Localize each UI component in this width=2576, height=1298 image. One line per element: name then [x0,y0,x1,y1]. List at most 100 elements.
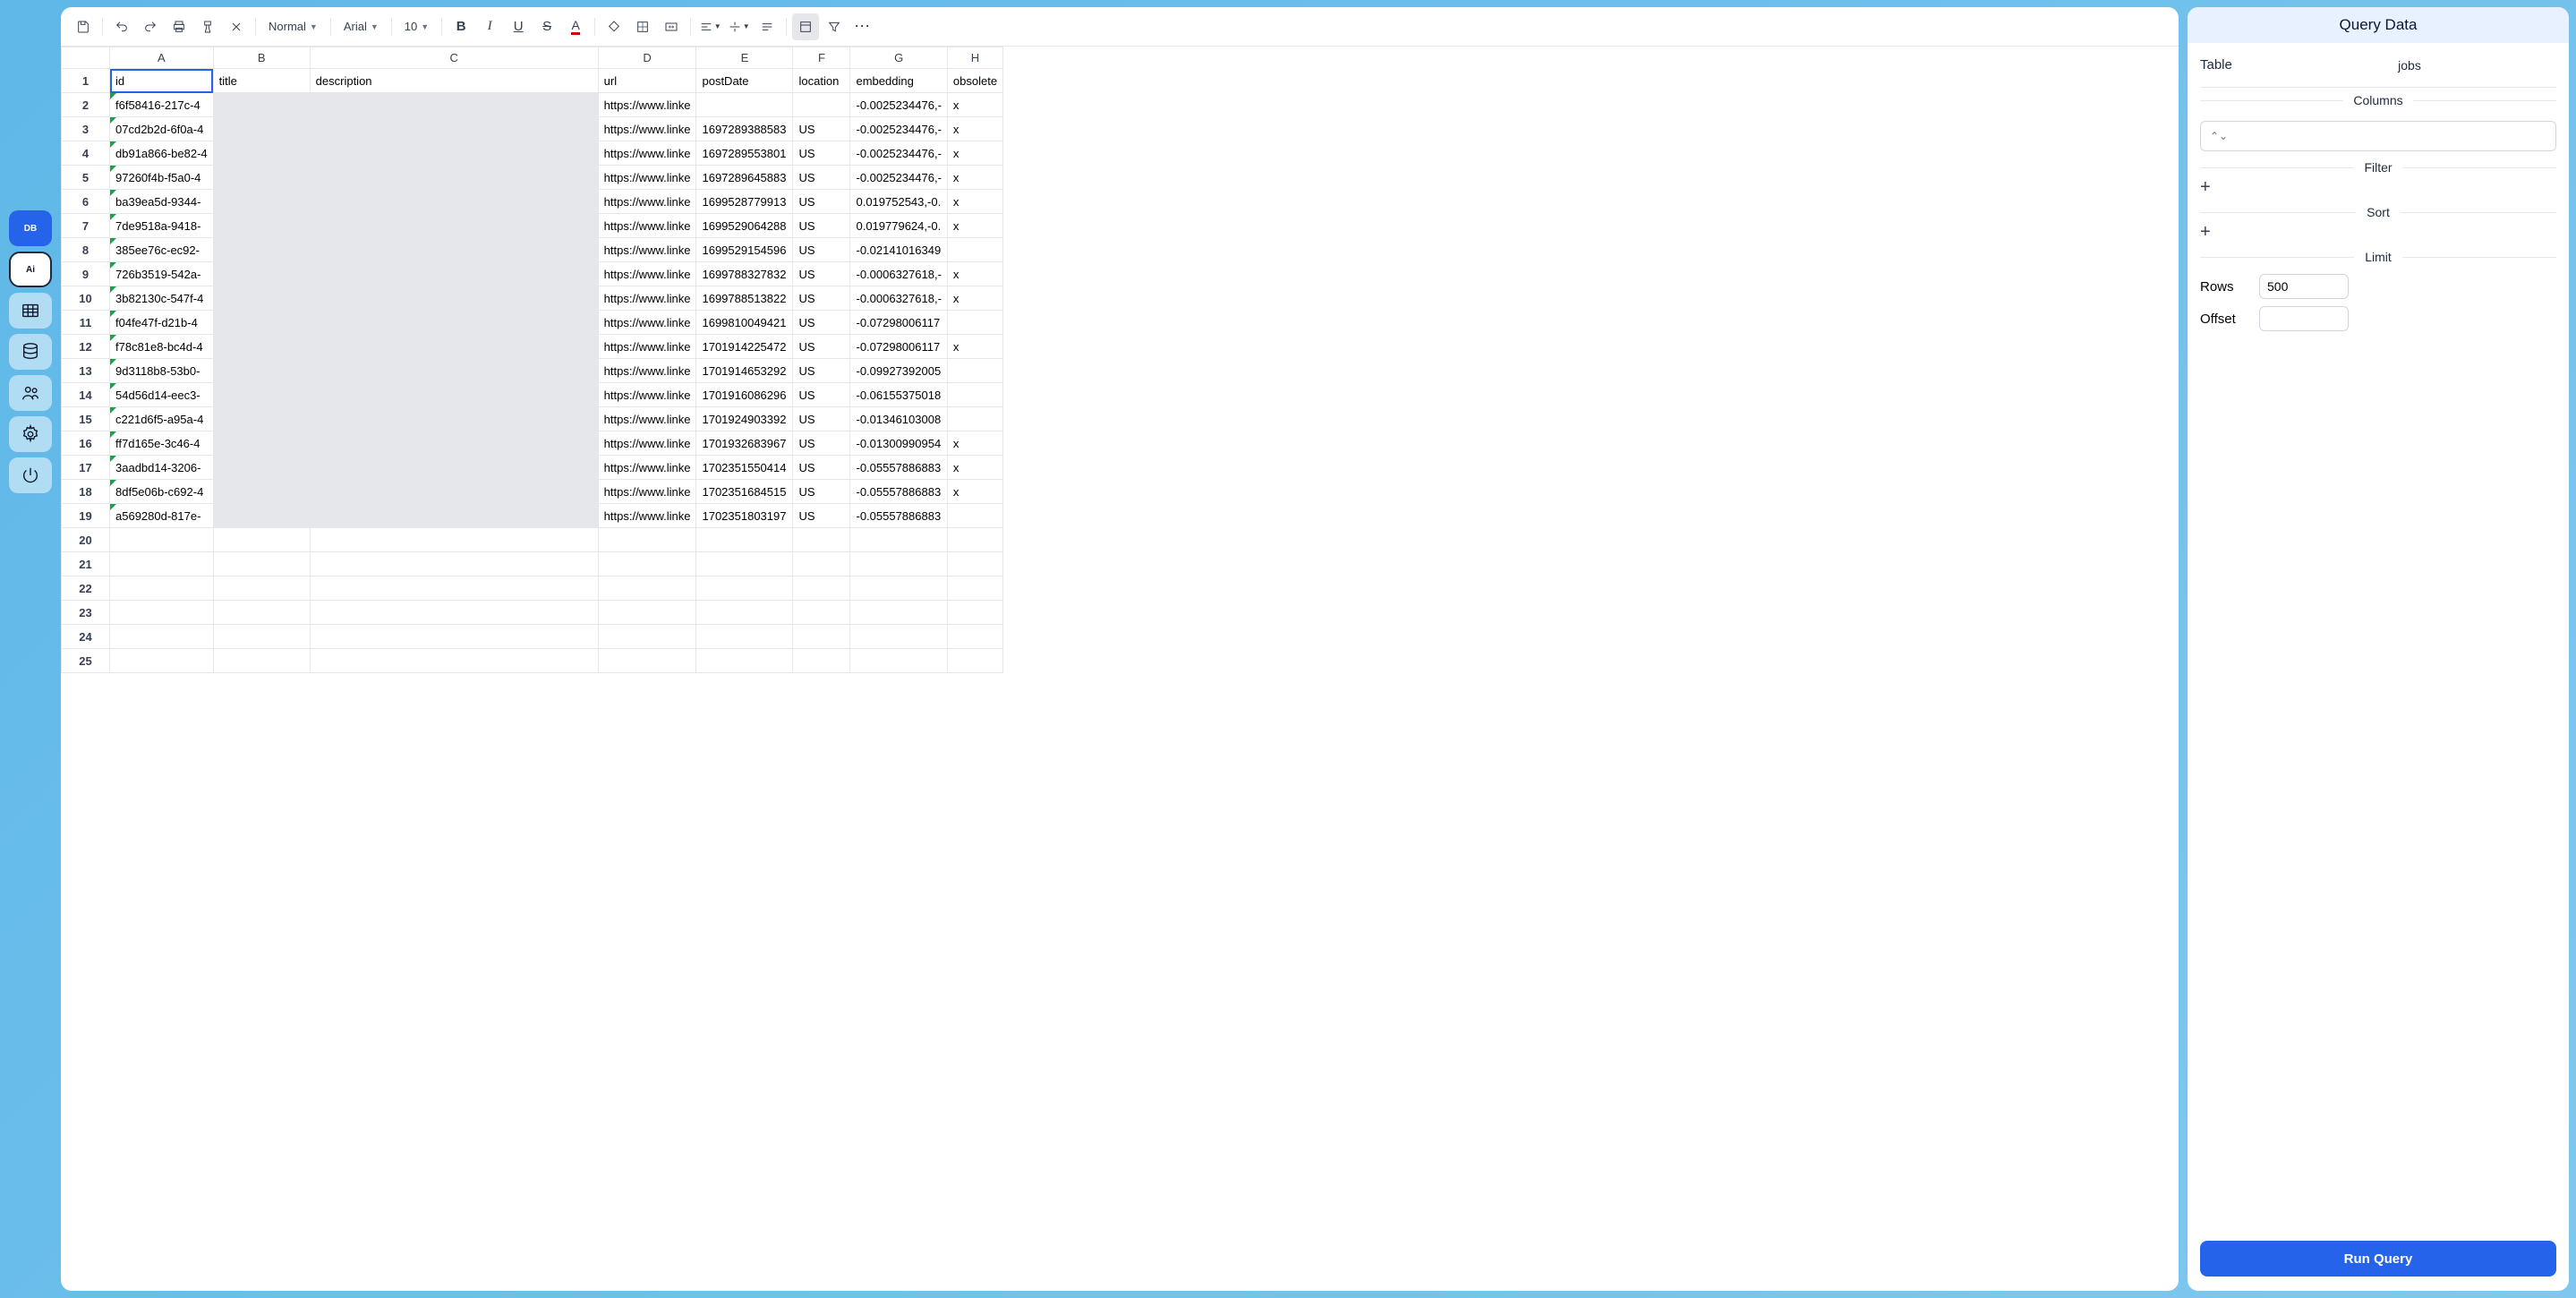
cell[interactable] [310,576,598,601]
offset-input[interactable] [2259,306,2349,331]
borders-button[interactable] [629,13,656,40]
row-header[interactable]: 5 [62,166,110,190]
add-sort-button[interactable]: + [2200,218,2556,252]
fill-color-button[interactable] [601,13,627,40]
cell[interactable] [110,576,214,601]
cell[interactable] [947,528,1002,552]
cell[interactable]: US [793,359,850,383]
cell[interactable]: 726b3519-542a- [110,262,214,286]
cell[interactable]: db91a866-be82-4 [110,141,214,166]
cell[interactable] [947,552,1002,576]
cell[interactable] [696,649,793,673]
cell[interactable]: ff7d165e-3c46-4 [110,431,214,456]
cell[interactable] [696,528,793,552]
cell[interactable]: f6f58416-217c-4 [110,93,214,117]
cell[interactable] [793,625,850,649]
cell[interactable] [850,552,947,576]
cell[interactable] [213,649,310,673]
cell[interactable]: obsolete [947,69,1002,93]
cell[interactable] [310,431,598,456]
cell[interactable]: -0.0025234476,- [850,117,947,141]
row-header[interactable]: 15 [62,407,110,431]
cell[interactable] [310,552,598,576]
wrap-button[interactable] [754,13,780,40]
paint-format-button[interactable] [194,13,221,40]
row-header[interactable]: 1 [62,69,110,93]
cell[interactable]: embedding [850,69,947,93]
cell[interactable]: -0.0025234476,- [850,166,947,190]
cell[interactable]: https://www.linke [598,311,696,335]
cell[interactable] [310,407,598,431]
row-header[interactable]: 17 [62,456,110,480]
cell[interactable] [110,625,214,649]
cell[interactable] [310,359,598,383]
cell[interactable] [850,601,947,625]
cell[interactable]: US [793,166,850,190]
cell[interactable]: 385ee76c-ec92- [110,238,214,262]
cell[interactable]: 1697289388583 [696,117,793,141]
cell[interactable] [310,601,598,625]
cell[interactable] [598,528,696,552]
cell[interactable]: -0.0025234476,- [850,93,947,117]
cell[interactable]: description [310,69,598,93]
cell[interactable]: 1701914225472 [696,335,793,359]
save-button[interactable] [70,13,97,40]
cell[interactable] [213,93,310,117]
cell[interactable]: 7de9518a-9418- [110,214,214,238]
cell[interactable]: 1699529154596 [696,238,793,262]
cell[interactable]: 1699788513822 [696,286,793,311]
rows-input[interactable] [2259,274,2349,299]
cell[interactable] [310,93,598,117]
cell[interactable]: x [947,480,1002,504]
cell[interactable] [598,649,696,673]
row-header[interactable]: 4 [62,141,110,166]
cell[interactable] [947,504,1002,528]
halign-button[interactable]: ▼ [696,13,723,40]
cell[interactable] [310,528,598,552]
cell[interactable] [947,407,1002,431]
text-color-button[interactable]: A [562,13,589,40]
cell[interactable] [310,286,598,311]
cell[interactable]: 54d56d14-eec3- [110,383,214,407]
cell[interactable] [947,383,1002,407]
cell[interactable]: US [793,504,850,528]
cell[interactable] [213,504,310,528]
column-header-F[interactable]: F [793,47,850,69]
cell[interactable]: f78c81e8-bc4d-4 [110,335,214,359]
cell[interactable]: -0.0006327618,- [850,286,947,311]
cell[interactable] [947,649,1002,673]
cell[interactable] [793,552,850,576]
cell[interactable]: -0.06155375018 [850,383,947,407]
cell[interactable] [947,576,1002,601]
cell[interactable]: https://www.linke [598,117,696,141]
cell[interactable]: https://www.linke [598,335,696,359]
cell[interactable]: https://www.linke [598,431,696,456]
cell[interactable] [850,649,947,673]
cell[interactable]: 1702351803197 [696,504,793,528]
row-header[interactable]: 13 [62,359,110,383]
cell[interactable]: 1697289553801 [696,141,793,166]
cell[interactable]: x [947,117,1002,141]
cell[interactable]: a569280d-817e- [110,504,214,528]
cell[interactable] [793,93,850,117]
cell[interactable] [310,117,598,141]
freeze-button[interactable] [792,13,819,40]
cell[interactable]: 3aadbd14-3206- [110,456,214,480]
cell[interactable] [850,625,947,649]
cell[interactable]: 1697289645883 [696,166,793,190]
valign-button[interactable]: ▼ [725,13,752,40]
underline-button[interactable]: U [505,13,532,40]
cell[interactable]: c221d6f5-a95a-4 [110,407,214,431]
cell[interactable]: x [947,190,1002,214]
cell[interactable]: US [793,311,850,335]
row-header[interactable]: 24 [62,625,110,649]
row-header[interactable]: 21 [62,552,110,576]
cell[interactable]: 1702351684515 [696,480,793,504]
cell[interactable] [850,528,947,552]
redo-button[interactable] [137,13,164,40]
strike-button[interactable]: S [533,13,560,40]
cell[interactable] [310,383,598,407]
cell[interactable]: https://www.linke [598,407,696,431]
column-header-H[interactable]: H [947,47,1002,69]
cell[interactable] [213,262,310,286]
